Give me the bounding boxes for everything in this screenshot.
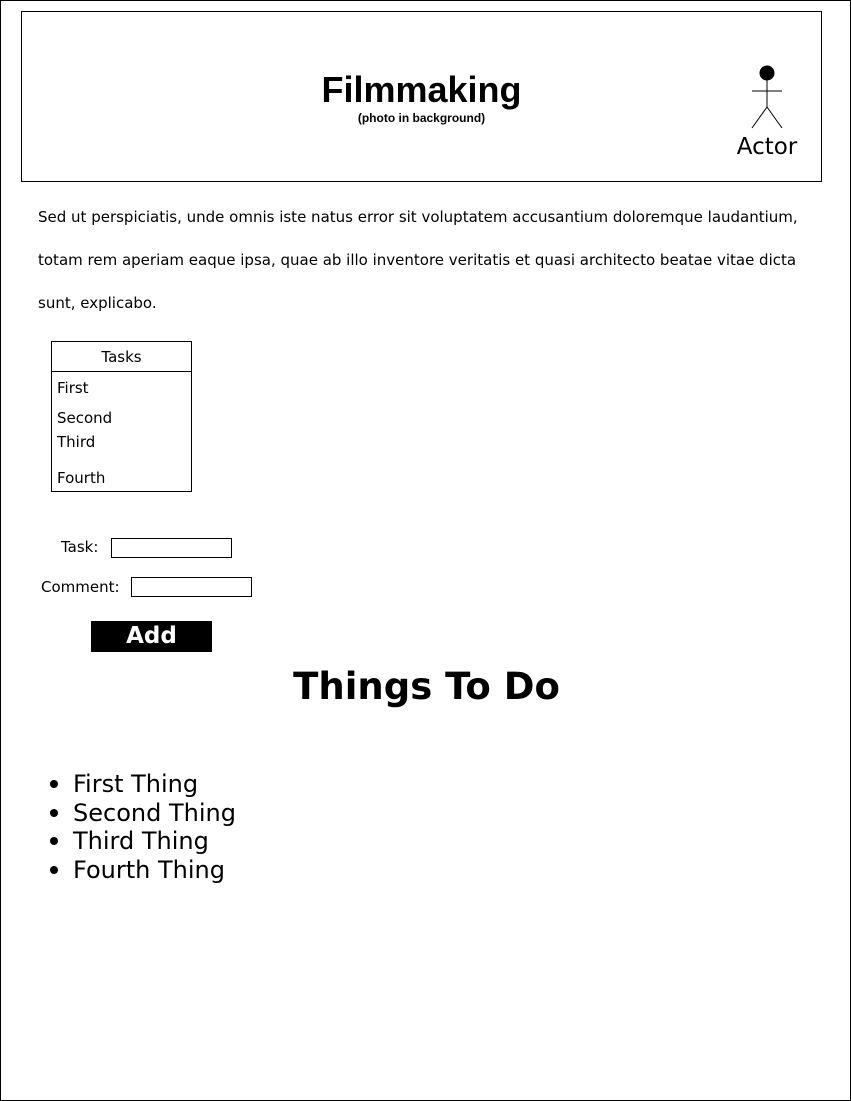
task-item[interactable]: Third bbox=[57, 433, 95, 451]
page-title: Filmmaking bbox=[321, 69, 522, 110]
intro-paragraph: Sed ut perspiciatis, unde omnis iste nat… bbox=[38, 208, 798, 312]
bullet-icon bbox=[50, 837, 58, 846]
comment-label: Comment: bbox=[41, 578, 120, 596]
todo-item: Fourth Thing bbox=[50, 856, 236, 885]
todo-item: Second Thing bbox=[50, 798, 236, 828]
todo-item-label: Second Thing bbox=[73, 798, 236, 827]
bullet-icon bbox=[50, 808, 58, 817]
task-item[interactable]: Fourth bbox=[57, 469, 105, 487]
tasks-heading: Tasks bbox=[52, 342, 191, 372]
task-item[interactable]: Second bbox=[57, 409, 112, 427]
task-item[interactable]: First bbox=[57, 379, 89, 397]
todo-list: First Thing Second Thing Third Thing Fou… bbox=[50, 770, 236, 885]
actor-label: Actor bbox=[736, 134, 798, 160]
todo-title: Things To Do bbox=[293, 665, 560, 708]
header-banner: Filmmaking (photo in background) Actor bbox=[21, 11, 822, 182]
bullet-icon bbox=[50, 866, 58, 875]
add-button[interactable]: Add bbox=[91, 621, 212, 652]
comment-input[interactable] bbox=[131, 577, 252, 597]
todo-item-label: Third Thing bbox=[73, 827, 209, 856]
task-input[interactable] bbox=[111, 538, 232, 558]
todo-item-label: Fourth Thing bbox=[73, 856, 225, 885]
page-subtitle: (photo in background) bbox=[357, 111, 486, 125]
actor-icon bbox=[751, 65, 783, 129]
tasks-list-box: Tasks First Second Third Fourth bbox=[51, 341, 192, 492]
task-label: Task: bbox=[61, 538, 99, 556]
todo-item: Third Thing bbox=[50, 827, 236, 856]
page-frame: Filmmaking (photo in background) Actor S… bbox=[0, 0, 851, 1101]
todo-item-label: First Thing bbox=[73, 770, 199, 798]
bullet-icon bbox=[50, 780, 58, 788]
todo-item: First Thing bbox=[50, 770, 236, 799]
